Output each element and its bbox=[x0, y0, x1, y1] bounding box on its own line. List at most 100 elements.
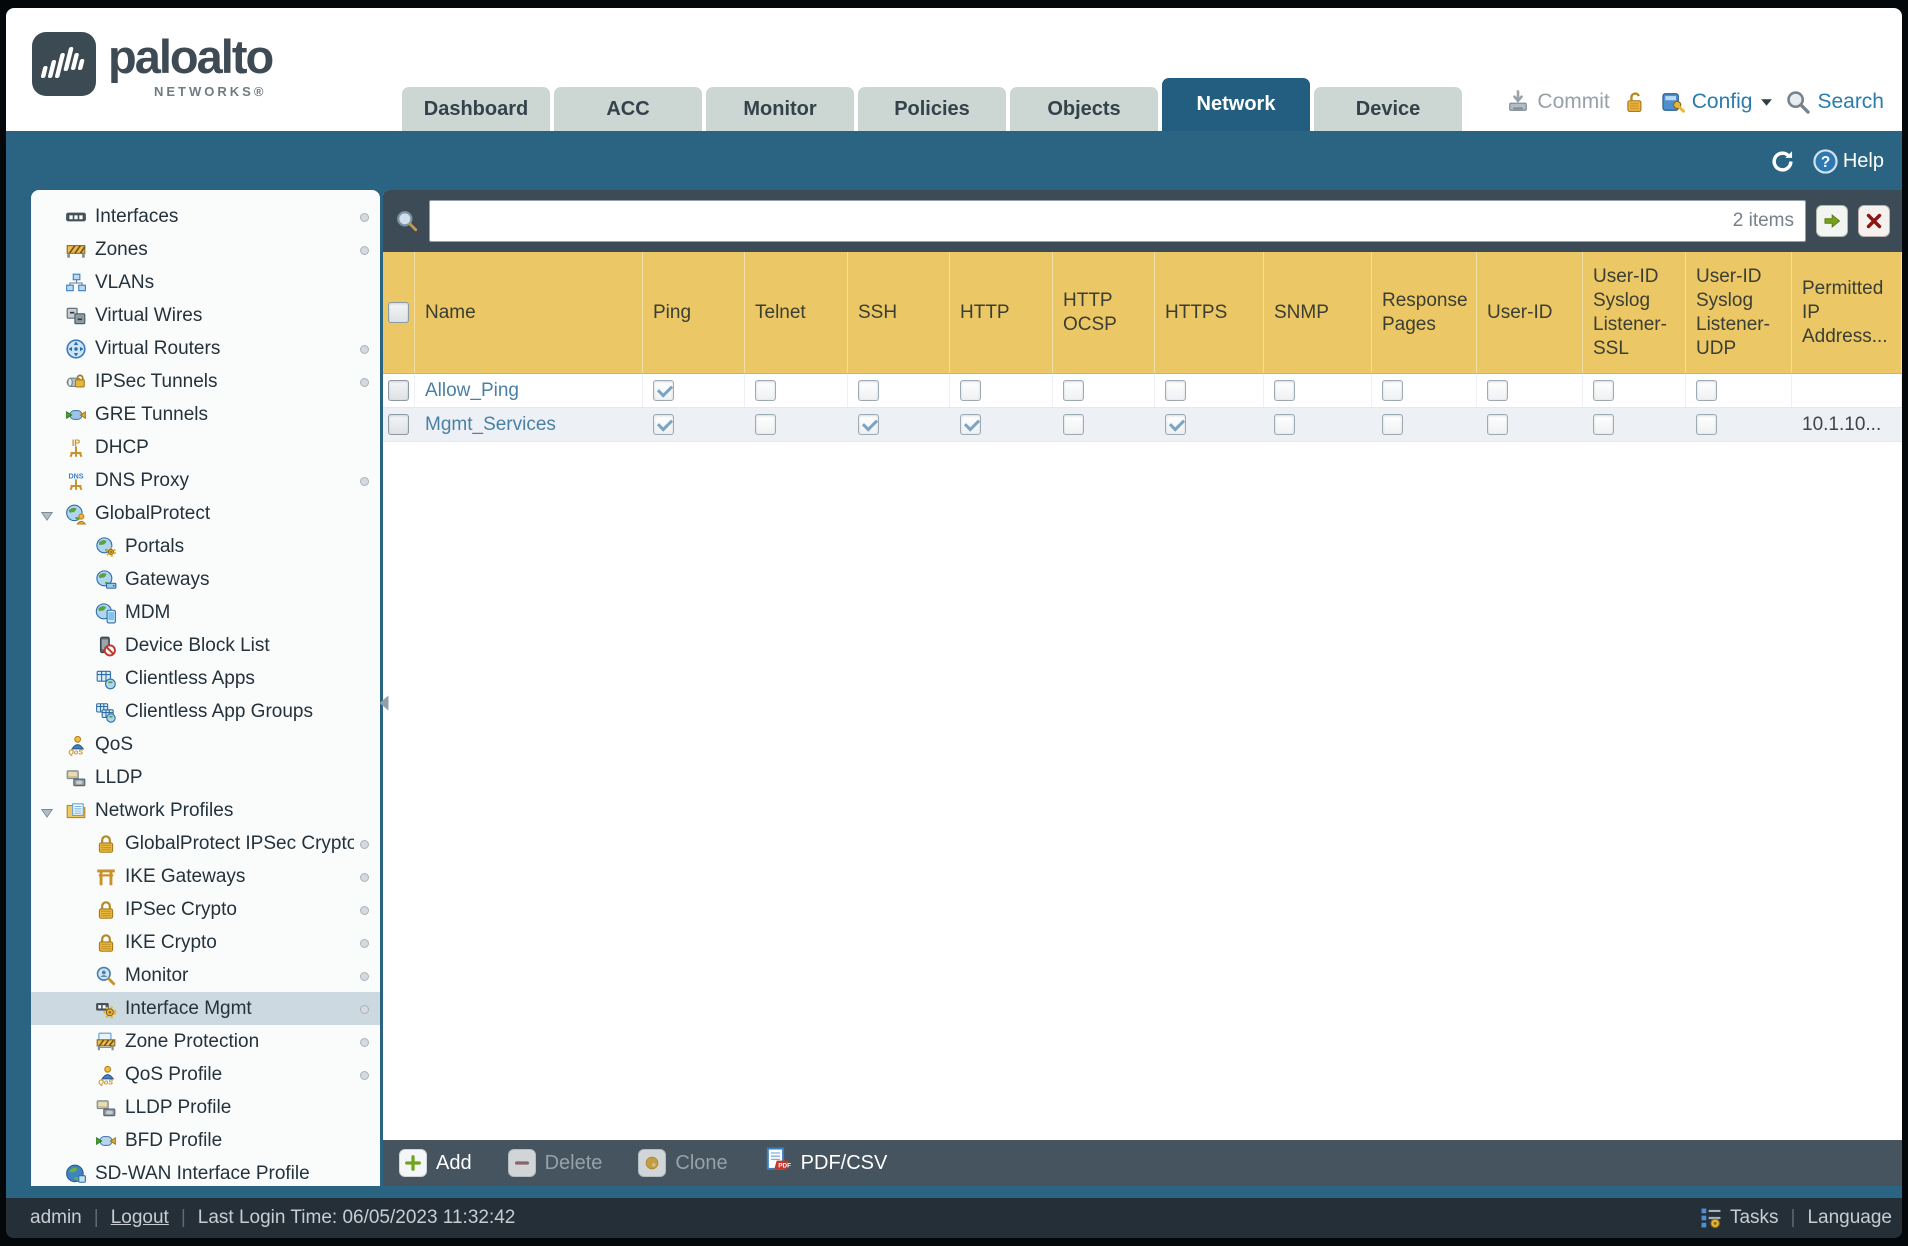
expander-triangle-icon[interactable] bbox=[40, 507, 54, 521]
tab-device[interactable]: Device bbox=[1314, 87, 1462, 131]
column-header-response-pages[interactable]: Response Pages bbox=[1372, 252, 1477, 373]
column-header-user-id-syslog-udp[interactable]: User-ID Syslog Listener-UDP bbox=[1686, 252, 1792, 373]
sidebar-item-label: Interface Mgmt bbox=[125, 997, 252, 1019]
apply-filter-button[interactable] bbox=[1816, 205, 1848, 237]
filter-input[interactable] bbox=[429, 200, 1806, 242]
sidebar-item-label: QoS Profile bbox=[125, 1063, 223, 1085]
add-button[interactable]: Add bbox=[399, 1149, 472, 1177]
brand-subtext: NETWORKS® bbox=[154, 84, 267, 99]
help-button[interactable]: ? Help bbox=[1812, 148, 1884, 175]
column-header-https[interactable]: HTTPS bbox=[1155, 252, 1264, 373]
sidebar-item-gre-tunnels[interactable]: GRE Tunnels bbox=[31, 398, 380, 431]
sidebar-item-ipsec-crypto[interactable]: IPSec Crypto bbox=[31, 893, 380, 926]
telnet-checkbox[interactable] bbox=[755, 380, 776, 401]
column-header-ssh[interactable]: SSH bbox=[848, 252, 950, 373]
snmp-checkbox[interactable] bbox=[1274, 414, 1295, 435]
tab-dashboard[interactable]: Dashboard bbox=[402, 87, 550, 131]
column-header-permitted-ip[interactable]: Permitted IP Address... bbox=[1792, 252, 1902, 373]
column-header-snmp[interactable]: SNMP bbox=[1264, 252, 1372, 373]
row-select-checkbox[interactable] bbox=[388, 414, 409, 435]
config-menu-button[interactable]: Config bbox=[1660, 89, 1774, 115]
http-ocsp-checkbox[interactable] bbox=[1063, 380, 1084, 401]
user-id-syslog-ssl-checkbox[interactable] bbox=[1593, 414, 1614, 435]
sidebar-item-gateways[interactable]: Gateways bbox=[31, 563, 380, 596]
column-header-http-ocsp[interactable]: HTTP OCSP bbox=[1053, 252, 1155, 373]
expander-triangle-icon[interactable] bbox=[40, 804, 54, 818]
ping-checkbox[interactable] bbox=[653, 380, 674, 401]
sidebar-item-virtual-wires[interactable]: Virtual Wires bbox=[31, 299, 380, 332]
sidebar-item-bfd-profile[interactable]: BFD Profile bbox=[31, 1124, 380, 1157]
response-pages-checkbox[interactable] bbox=[1382, 414, 1403, 435]
sidebar-item-device-block-list[interactable]: Device Block List bbox=[31, 629, 380, 662]
tab-monitor[interactable]: Monitor bbox=[706, 87, 854, 131]
http-checkbox[interactable] bbox=[960, 380, 981, 401]
language-button[interactable]: Language bbox=[1807, 1207, 1892, 1229]
sidebar-item-network-profiles[interactable]: Network Profiles bbox=[31, 794, 380, 827]
row-select-checkbox[interactable] bbox=[388, 380, 409, 401]
sidebar-item-dns-proxy[interactable]: DNS DNS Proxy bbox=[31, 464, 380, 497]
sidebar-item-virtual-routers[interactable]: Virtual Routers bbox=[31, 332, 380, 365]
sidebar-item-monitor[interactable]: Monitor bbox=[31, 959, 380, 992]
tab-acc[interactable]: ACC bbox=[554, 87, 702, 131]
user-id-checkbox[interactable] bbox=[1487, 380, 1508, 401]
sidebar-item-clientless-app-groups[interactable]: Clientless App Groups bbox=[31, 695, 380, 728]
column-header-http[interactable]: HTTP bbox=[950, 252, 1053, 373]
column-header-user-id[interactable]: User-ID bbox=[1477, 252, 1583, 373]
column-header-telnet[interactable]: Telnet bbox=[745, 252, 848, 373]
sidebar-item-ipsec-tunnels[interactable]: IPSec Tunnels bbox=[31, 365, 380, 398]
response-pages-checkbox[interactable] bbox=[1382, 380, 1403, 401]
https-checkbox[interactable] bbox=[1165, 380, 1186, 401]
sidebar-item-ike-crypto[interactable]: IKE Crypto bbox=[31, 926, 380, 959]
user-id-syslog-udp-checkbox[interactable] bbox=[1696, 380, 1717, 401]
user-id-syslog-ssl-checkbox[interactable] bbox=[1593, 380, 1614, 401]
sidebar-item-qos[interactable]: QoS QoS bbox=[31, 728, 380, 761]
sidebar-item-clientless-apps[interactable]: Clientless Apps bbox=[31, 662, 380, 695]
tab-policies[interactable]: Policies bbox=[858, 87, 1006, 131]
ping-checkbox[interactable] bbox=[653, 414, 674, 435]
sidebar-item-qos-profile[interactable]: QoS QoS Profile bbox=[31, 1058, 380, 1091]
pdf-csv-button[interactable]: PDF PDF/CSV bbox=[764, 1146, 887, 1180]
profile-name-link[interactable]: Mgmt_Services bbox=[425, 414, 556, 436]
tab-objects[interactable]: Objects bbox=[1010, 87, 1158, 131]
snmp-checkbox[interactable] bbox=[1274, 380, 1295, 401]
logout-link[interactable]: Logout bbox=[111, 1207, 169, 1229]
user-id-checkbox[interactable] bbox=[1487, 414, 1508, 435]
portals-icon bbox=[95, 536, 117, 558]
sidebar-item-portals[interactable]: Portals bbox=[31, 530, 380, 563]
sidebar-item-lldp-profile[interactable]: LLDP Profile bbox=[31, 1091, 380, 1124]
sidebar-item-interfaces[interactable]: Interfaces bbox=[31, 200, 380, 233]
global-search-button[interactable]: Search bbox=[1785, 89, 1884, 115]
ssh-checkbox[interactable] bbox=[858, 380, 879, 401]
sidebar-item-vlans[interactable]: VLANs bbox=[31, 266, 380, 299]
http-ocsp-checkbox[interactable] bbox=[1063, 414, 1084, 435]
tasks-button[interactable]: Tasks bbox=[1698, 1205, 1779, 1231]
sidebar-item-zones[interactable]: Zones bbox=[31, 233, 380, 266]
sidebar-item-mdm[interactable]: MDM bbox=[31, 596, 380, 629]
column-header-name[interactable]: Name bbox=[415, 252, 643, 373]
sidebar-item-ike-gateways[interactable]: IKE Gateways bbox=[31, 860, 380, 893]
sidebar-item-sd-wan-interface-profile[interactable]: SD-WAN Interface Profile bbox=[31, 1157, 380, 1186]
sidebar-item-globalprotect-ipsec-crypto[interactable]: GlobalProtect IPSec Crypto bbox=[31, 827, 380, 860]
clear-filter-button[interactable] bbox=[1858, 205, 1890, 237]
commit-button[interactable]: Commit bbox=[1505, 89, 1610, 115]
sidebar-item-interface-mgmt[interactable]: Interface Mgmt bbox=[31, 992, 380, 1025]
ssh-checkbox[interactable] bbox=[858, 414, 879, 435]
column-header-user-id-syslog-ssl[interactable]: User-ID Syslog Listener-SSL bbox=[1583, 252, 1686, 373]
http-checkbox[interactable] bbox=[960, 414, 981, 435]
telnet-checkbox[interactable] bbox=[755, 414, 776, 435]
https-checkbox[interactable] bbox=[1165, 414, 1186, 435]
sidebar-item-globalprotect[interactable]: GlobalProtect bbox=[31, 497, 380, 530]
sidebar-item-zone-protection[interactable]: Zone Protection bbox=[31, 1025, 380, 1058]
sidebar-item-lldp[interactable]: LLDP bbox=[31, 761, 380, 794]
sidebar-item-label: Device Block List bbox=[125, 634, 270, 656]
profile-name-link[interactable]: Allow_Ping bbox=[425, 380, 519, 402]
select-all-checkbox[interactable] bbox=[388, 302, 409, 323]
column-header-ping[interactable]: Ping bbox=[643, 252, 745, 373]
item-status-dot bbox=[360, 840, 369, 849]
user-id-syslog-udp-checkbox[interactable] bbox=[1696, 414, 1717, 435]
sidebar-collapse-handle[interactable] bbox=[378, 694, 390, 712]
sidebar-item-dhcp[interactable]: IP DHCP bbox=[31, 431, 380, 464]
refresh-icon[interactable] bbox=[1769, 148, 1796, 175]
lock-icon[interactable] bbox=[1622, 89, 1648, 115]
tab-network[interactable]: Network bbox=[1162, 78, 1310, 131]
